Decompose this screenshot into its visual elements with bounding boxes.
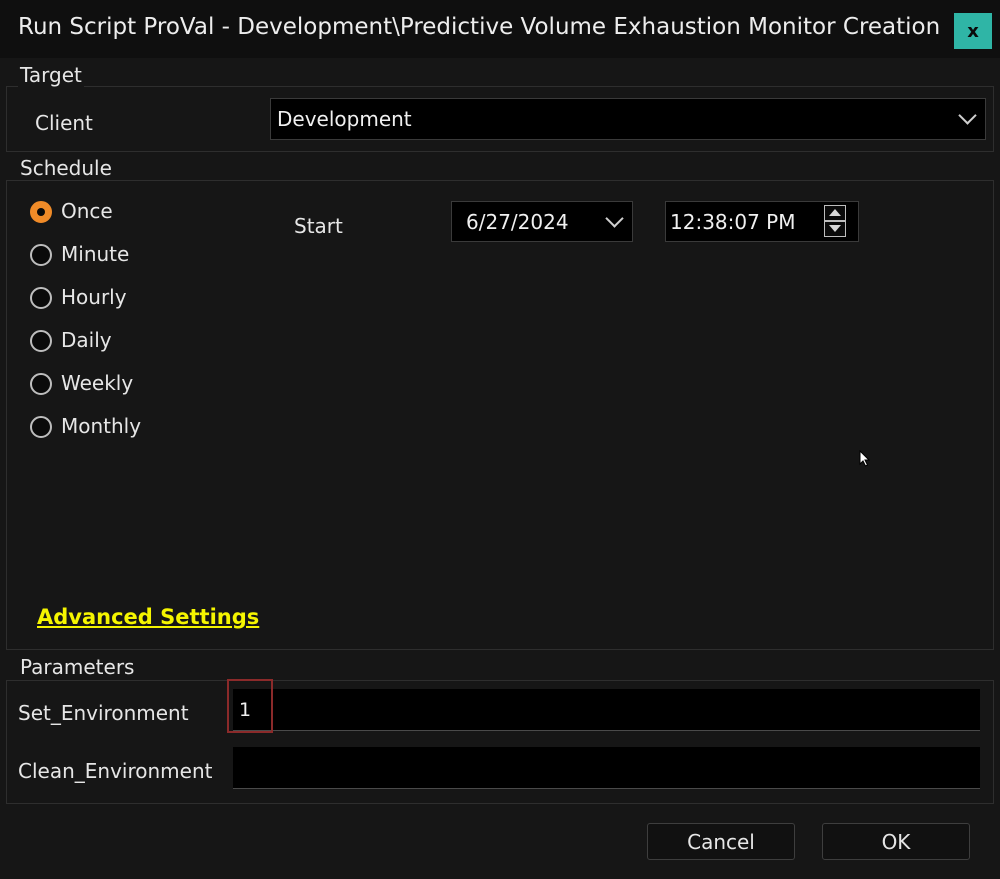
client-label: Client: [35, 111, 93, 135]
set-environment-label: Set_Environment: [18, 701, 189, 725]
radio-monthly-indicator[interactable]: [30, 416, 52, 438]
radio-weekly-label: Weekly: [61, 371, 134, 395]
run-script-dialog: Run Script ProVal - Development\Predicti…: [0, 0, 1000, 879]
radio-minute-indicator[interactable]: [30, 244, 52, 266]
radio-weekly-indicator[interactable]: [30, 373, 52, 395]
schedule-group: [6, 180, 994, 650]
arrow-down-icon: [829, 225, 841, 232]
radio-once-label: Once: [61, 199, 113, 223]
cancel-button[interactable]: Cancel: [647, 823, 795, 860]
time-spin-up[interactable]: [824, 205, 846, 221]
start-date-value: 6/27/2024: [466, 210, 569, 234]
radio-daily-indicator[interactable]: [30, 330, 52, 352]
schedule-group-label: Schedule: [18, 156, 114, 180]
focus-highlight: [227, 679, 273, 733]
radio-monthly-label: Monthly: [61, 414, 142, 438]
title-bar: Run Script ProVal - Development\Predicti…: [0, 0, 1000, 58]
target-group-label: Target: [18, 63, 84, 87]
set-environment-input[interactable]: 1: [233, 689, 980, 731]
start-label: Start: [294, 214, 343, 238]
radio-daily-label: Daily: [61, 328, 112, 352]
mouse-pointer-icon: [859, 450, 871, 467]
start-date-picker[interactable]: 6/27/2024: [451, 201, 633, 242]
radio-minute-label: Minute: [61, 242, 130, 266]
client-dropdown-value: Development: [277, 107, 412, 131]
radio-once-indicator[interactable]: [30, 201, 52, 223]
start-time-value: 12:38:07 PM: [670, 210, 796, 234]
radio-hourly-indicator[interactable]: [30, 287, 52, 309]
close-button[interactable]: x: [954, 13, 992, 49]
radio-hourly-label: Hourly: [61, 285, 127, 309]
arrow-up-icon: [829, 209, 841, 216]
parameters-group-label: Parameters: [18, 655, 137, 679]
clean-environment-input[interactable]: [233, 747, 980, 789]
advanced-settings-link[interactable]: Advanced Settings: [37, 605, 259, 629]
chevron-down-icon: [605, 209, 624, 228]
dialog-title: Run Script ProVal - Development\Predicti…: [18, 14, 941, 40]
ok-button[interactable]: OK: [822, 823, 970, 860]
clean-environment-label: Clean_Environment: [18, 759, 213, 783]
chevron-down-icon: [958, 106, 977, 125]
time-spin-down[interactable]: [824, 221, 846, 237]
client-dropdown[interactable]: Development: [270, 98, 986, 140]
